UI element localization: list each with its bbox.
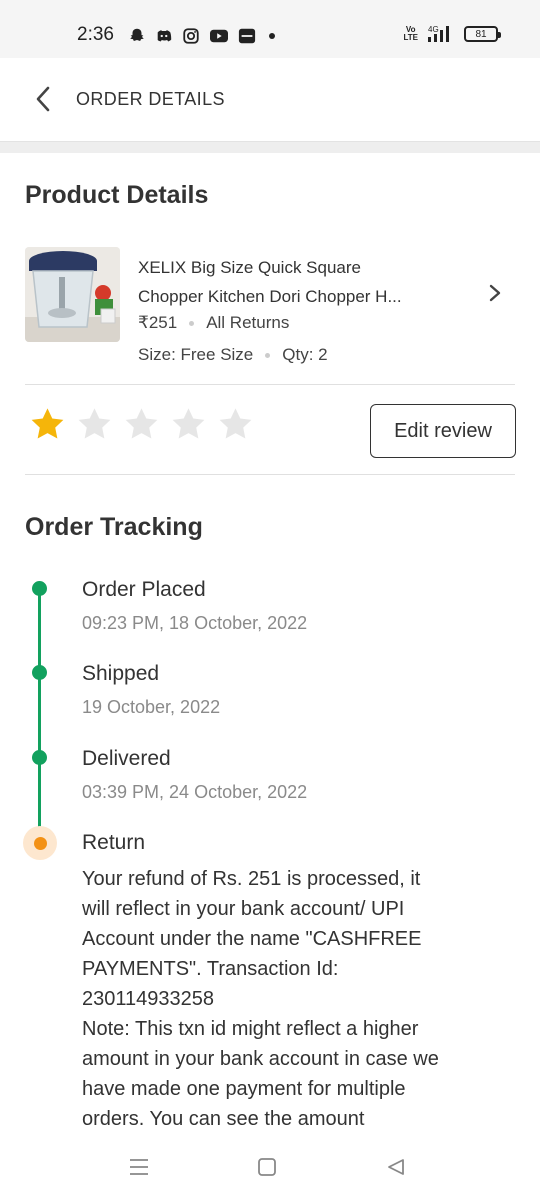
system-back-button[interactable] bbox=[381, 1152, 411, 1182]
back-button[interactable] bbox=[26, 82, 60, 116]
separator-dot bbox=[265, 352, 271, 358]
page-title: ORDER DETAILS bbox=[76, 89, 225, 109]
volte-indicator: Vo LTE bbox=[403, 25, 418, 42]
step-title-shipped: Shipped bbox=[82, 662, 160, 685]
size-qty-line: Size: Free Size Qty: 2 bbox=[138, 345, 328, 365]
product-name-line1: XELIX Big Size Quick Square bbox=[138, 258, 362, 277]
return-policy: All Returns bbox=[206, 313, 290, 332]
product-details-title: Product Details bbox=[25, 181, 209, 209]
step-dot-return bbox=[23, 826, 57, 860]
step-date-shipped: 19 October, 2022 bbox=[82, 697, 221, 717]
youtube-icon bbox=[210, 29, 228, 43]
price-line: ₹251 All Returns bbox=[138, 313, 289, 333]
status-bar: 2:36 Vo LTE 4G 81 bbox=[0, 0, 540, 58]
step-dot-delivered bbox=[32, 750, 47, 765]
divider bbox=[25, 474, 515, 475]
system-nav-bar bbox=[0, 1130, 540, 1200]
battery-level: 81 bbox=[475, 28, 487, 40]
edit-review-button[interactable]: Edit review bbox=[370, 404, 516, 458]
notification-icons bbox=[128, 25, 275, 47]
step-title-delivered: Delivered bbox=[82, 747, 171, 770]
step-title-return: Return bbox=[82, 831, 146, 854]
status-system-icons: Vo LTE 4G 81 bbox=[403, 25, 501, 43]
product-item[interactable]: XELIX Big Size Quick Square Chopper Kitc… bbox=[25, 247, 515, 367]
snapchat-icon bbox=[130, 28, 144, 41]
svg-text:4G: 4G bbox=[428, 25, 439, 34]
chevron-right-icon bbox=[489, 284, 501, 302]
star-icon-1[interactable] bbox=[29, 406, 66, 443]
back-triangle-icon bbox=[388, 1159, 404, 1175]
home-button[interactable] bbox=[252, 1152, 282, 1182]
step-dot-order-placed bbox=[32, 581, 47, 596]
signal-icon: 4G bbox=[428, 25, 449, 42]
status-time: 2:36 bbox=[77, 24, 114, 45]
home-square-icon bbox=[258, 1158, 276, 1176]
star-icon-2[interactable] bbox=[76, 406, 113, 443]
instagram-icon bbox=[183, 28, 199, 44]
step-title-order-placed: Order Placed bbox=[82, 578, 206, 601]
return-refund-message: Your refund of Rs. 251 is processed, it … bbox=[82, 864, 502, 1134]
tracking-timeline-line bbox=[38, 588, 41, 828]
product-price: ₹251 bbox=[138, 313, 178, 332]
battery-icon: 81 bbox=[464, 26, 501, 42]
step-dot-shipped bbox=[32, 665, 47, 680]
product-size: Size: Free Size bbox=[138, 345, 254, 364]
star-icon-4[interactable] bbox=[170, 406, 207, 443]
product-name: XELIX Big Size Quick Square Chopper Kitc… bbox=[138, 253, 458, 311]
app-header: ORDER DETAILS bbox=[0, 58, 540, 142]
app-icon bbox=[238, 28, 256, 44]
product-thumbnail bbox=[25, 247, 120, 342]
discord-icon bbox=[157, 30, 172, 42]
divider bbox=[25, 384, 515, 385]
star-icon-5[interactable] bbox=[217, 406, 254, 443]
product-qty: Qty: 2 bbox=[282, 345, 328, 364]
more-notifications-dot bbox=[269, 33, 275, 39]
rating-stars[interactable] bbox=[29, 406, 254, 443]
return-refund-text: Your refund of Rs. 251 is processed, it … bbox=[82, 868, 439, 1130]
step-date-delivered: 03:39 PM, 24 October, 2022 bbox=[82, 782, 308, 802]
star-icon-3[interactable] bbox=[123, 406, 160, 443]
product-name-line2: Chopper Kitchen Dori Chopper H... bbox=[138, 287, 402, 306]
order-tracking-title: Order Tracking bbox=[25, 513, 203, 541]
menu-icon bbox=[130, 1159, 148, 1175]
step-date-order-placed: 09:23 PM, 18 October, 2022 bbox=[82, 613, 308, 633]
header-separator bbox=[0, 142, 540, 153]
separator-dot bbox=[189, 320, 195, 326]
recent-apps-button[interactable] bbox=[124, 1152, 154, 1182]
back-arrow-icon bbox=[36, 86, 50, 112]
